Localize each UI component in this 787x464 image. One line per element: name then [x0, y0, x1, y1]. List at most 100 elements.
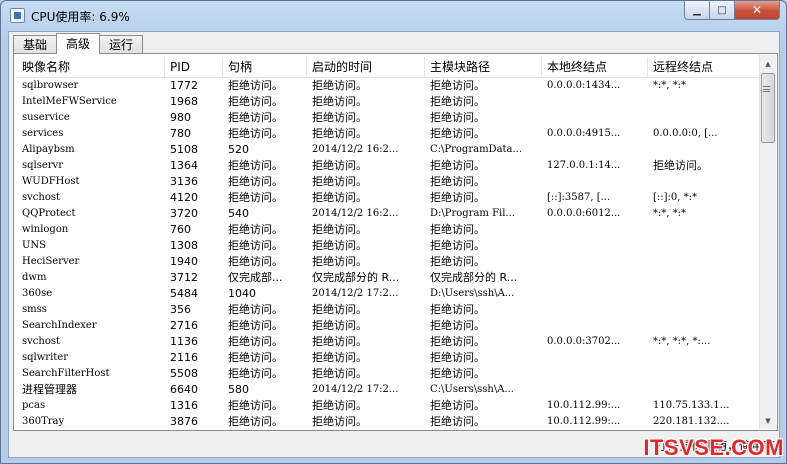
cell-pid: 5108: [170, 143, 198, 156]
table-row[interactable]: pcas 1316 拒绝访问。 拒绝访问。 拒绝访问。 10.0.112.99:... 11…: [17, 398, 761, 414]
cell-remote-endpoint: 拒绝访问。: [653, 159, 708, 172]
cell-module-path: 拒绝访问。: [430, 191, 485, 204]
column-header-remote-endpoint[interactable]: 远程终结点: [648, 57, 761, 78]
cell-local-endpoint: [542, 270, 648, 286]
cell-local-endpoint: 10.0.112.99:...: [547, 416, 621, 427]
column-header-start-time[interactable]: 启动的时间: [307, 57, 425, 78]
table-row[interactable]: 360Tray 3876 拒绝访问。 拒绝访问。 拒绝访问。 10.0.112.99:..…: [17, 414, 761, 427]
cell-remote-endpoint: [648, 270, 761, 286]
cell-local-endpoint: 0.0.0.0:4915...: [547, 128, 621, 139]
cell-remote-endpoint: [648, 318, 761, 334]
table-row[interactable]: suservice 980 拒绝访问。 拒绝访问。 拒绝访问。: [17, 110, 761, 126]
cell-handles: 拒绝访问。: [228, 175, 283, 188]
cell-image-name: 进程管理器: [22, 383, 77, 396]
column-header-local-endpoint[interactable]: 本地终结点: [542, 57, 648, 78]
cell-pid: 2116: [170, 351, 198, 364]
table-row[interactable]: 进程管理器 6640 580 2014/12/2 17:2... C:\Users\ss…: [17, 382, 761, 398]
cell-pid: 2716: [170, 319, 198, 332]
cell-module-path: 拒绝访问。: [430, 351, 485, 364]
table-row[interactable]: QQProtect 3720 540 2014/12/2 16:2... D:\Prog…: [17, 206, 761, 222]
cell-handles: 拒绝访问。: [228, 303, 283, 316]
cell-image-name: suservice: [22, 112, 70, 123]
vertical-scrollbar[interactable]: ▲ ▼: [759, 55, 776, 429]
cell-pid: 1136: [170, 335, 198, 348]
column-header-pid[interactable]: PID: [165, 57, 223, 78]
table-row[interactable]: WUDFHost 3136 拒绝访问。 拒绝访问。 拒绝访问。: [17, 174, 761, 190]
table-row[interactable]: sqlbrowser 1772 拒绝访问。 拒绝访问。 拒绝访问。 0.0.0.0:143…: [17, 78, 761, 94]
column-header-image-name[interactable]: 映像名称: [17, 57, 165, 78]
cell-local-endpoint: [542, 366, 648, 382]
cell-pid: 3876: [170, 415, 198, 427]
cell-start-time: 拒绝访问。: [312, 159, 367, 172]
cell-image-name: QQProtect: [22, 208, 76, 219]
table-row[interactable]: dwm 3712 仅完成部... 仅完成部分的 R... 仅完成部分的 R...: [17, 270, 761, 286]
title-bar[interactable]: CPU使用率: 6.9% ▁ □ ✕: [1, 1, 786, 31]
maximize-button[interactable]: □: [710, 1, 735, 20]
table-row[interactable]: SearchFilterHost 5508 拒绝访问。 拒绝访问。 拒绝访问。: [17, 366, 761, 382]
table-row[interactable]: 360se 5484 1040 2014/12/2 17:2... D:\Users\s…: [17, 286, 761, 302]
close-button[interactable]: ✕: [735, 1, 780, 20]
list-body: sqlbrowser 1772 拒绝访问。 拒绝访问。 拒绝访问。 0.0.0.0:143…: [17, 78, 761, 427]
cell-pid: 3136: [170, 175, 198, 188]
table-row[interactable]: svchost 1136 拒绝访问。 拒绝访问。 拒绝访问。 0.0.0.0:3702..…: [17, 334, 761, 350]
table-row[interactable]: smss 356 拒绝访问。 拒绝访问。 拒绝访问。: [17, 302, 761, 318]
cell-module-path: 拒绝访问。: [430, 399, 485, 412]
cell-module-path: D:\Users\ssh\A...: [430, 288, 515, 299]
table-row[interactable]: IntelMeFWService 1968 拒绝访问。 拒绝访问。 拒绝访问。: [17, 94, 761, 110]
table-row[interactable]: HeciServer 1940 拒绝访问。 拒绝访问。 拒绝访问。: [17, 254, 761, 270]
cell-pid: 1308: [170, 239, 198, 252]
cell-start-time: 拒绝访问。: [312, 111, 367, 124]
cell-module-path: D:\Program Fil...: [430, 208, 515, 219]
cell-image-name: 360se: [22, 288, 53, 299]
cell-handles: 拒绝访问。: [228, 255, 283, 268]
table-row[interactable]: SearchIndexer 2716 拒绝访问。 拒绝访问。 拒绝访问。: [17, 318, 761, 334]
table-row[interactable]: winlogon 760 拒绝访问。 拒绝访问。 拒绝访问。: [17, 222, 761, 238]
table-row[interactable]: sqlservr 1364 拒绝访问。 拒绝访问。 拒绝访问。 127.0.0.1:14.…: [17, 158, 761, 174]
cell-local-endpoint: [542, 174, 648, 190]
scrollbar-thumb[interactable]: [761, 73, 775, 143]
cell-module-path: 拒绝访问。: [430, 127, 485, 140]
table-row[interactable]: sqlwriter 2116 拒绝访问。 拒绝访问。 拒绝访问。: [17, 350, 761, 366]
cell-start-time: 拒绝访问。: [312, 335, 367, 348]
cell-remote-endpoint: *:*, *:*: [653, 80, 687, 91]
cell-image-name: 360Tray: [22, 416, 65, 427]
app-icon: [10, 8, 25, 23]
cell-pid: 1940: [170, 255, 198, 268]
cell-handles: 拒绝访问。: [228, 127, 283, 140]
cell-remote-endpoint: 0.0.0.0:0, [...: [653, 128, 718, 139]
cell-remote-endpoint: [648, 94, 761, 110]
cell-start-time: 拒绝访问。: [312, 399, 367, 412]
process-list[interactable]: 映像名称 PID 句柄 启动的时间 主模块路径 本地终结点 远程终结点 sqlb…: [17, 57, 761, 427]
scroll-up-arrow-icon[interactable]: ▲: [760, 55, 776, 72]
column-header-module-path[interactable]: 主模块路径: [425, 57, 542, 78]
table-row[interactable]: UNS 1308 拒绝访问。 拒绝访问。 拒绝访问。: [17, 238, 761, 254]
cell-remote-endpoint: [648, 110, 761, 126]
cell-module-path: 拒绝访问。: [430, 159, 485, 172]
scroll-down-arrow-icon[interactable]: ▼: [760, 412, 776, 429]
cell-module-path: 拒绝访问。: [430, 367, 485, 380]
cell-local-endpoint: [542, 254, 648, 270]
cell-image-name: SearchIndexer: [22, 320, 97, 331]
table-row[interactable]: Alipaybsm 5108 520 2014/12/2 16:2... C:\Prog…: [17, 142, 761, 158]
cell-local-endpoint: [542, 286, 648, 302]
cell-start-time: 拒绝访问。: [312, 319, 367, 332]
cell-module-path: 拒绝访问。: [430, 303, 485, 316]
cell-local-endpoint: [542, 238, 648, 254]
window-controls: ▁ □ ✕: [684, 1, 780, 21]
tab-advanced[interactable]: 高级: [56, 33, 101, 54]
table-row[interactable]: services 780 拒绝访问。 拒绝访问。 拒绝访问。 0.0.0.0:4915..…: [17, 126, 761, 142]
cell-pid: 3712: [170, 271, 198, 284]
cell-handles: 仅完成部...: [228, 271, 283, 284]
cell-start-time: 拒绝访问。: [312, 175, 367, 188]
list-header: 映像名称 PID 句柄 启动的时间 主模块路径 本地终结点 远程终结点: [17, 57, 761, 78]
minimize-icon: ▁: [693, 4, 701, 16]
column-header-handles[interactable]: 句柄: [223, 57, 307, 78]
tab-run[interactable]: 运行: [99, 35, 144, 54]
cell-start-time: 拒绝访问。: [312, 303, 367, 316]
tab-basic[interactable]: 基础: [13, 35, 58, 54]
cell-module-path: 拒绝访问。: [430, 95, 485, 108]
table-row[interactable]: svchost 4120 拒绝访问。 拒绝访问。 拒绝访问。 [::]:3587, [..…: [17, 190, 761, 206]
cell-handles: 1040: [228, 287, 256, 300]
cell-start-time: 拒绝访问。: [312, 415, 367, 427]
minimize-button[interactable]: ▁: [684, 1, 710, 20]
